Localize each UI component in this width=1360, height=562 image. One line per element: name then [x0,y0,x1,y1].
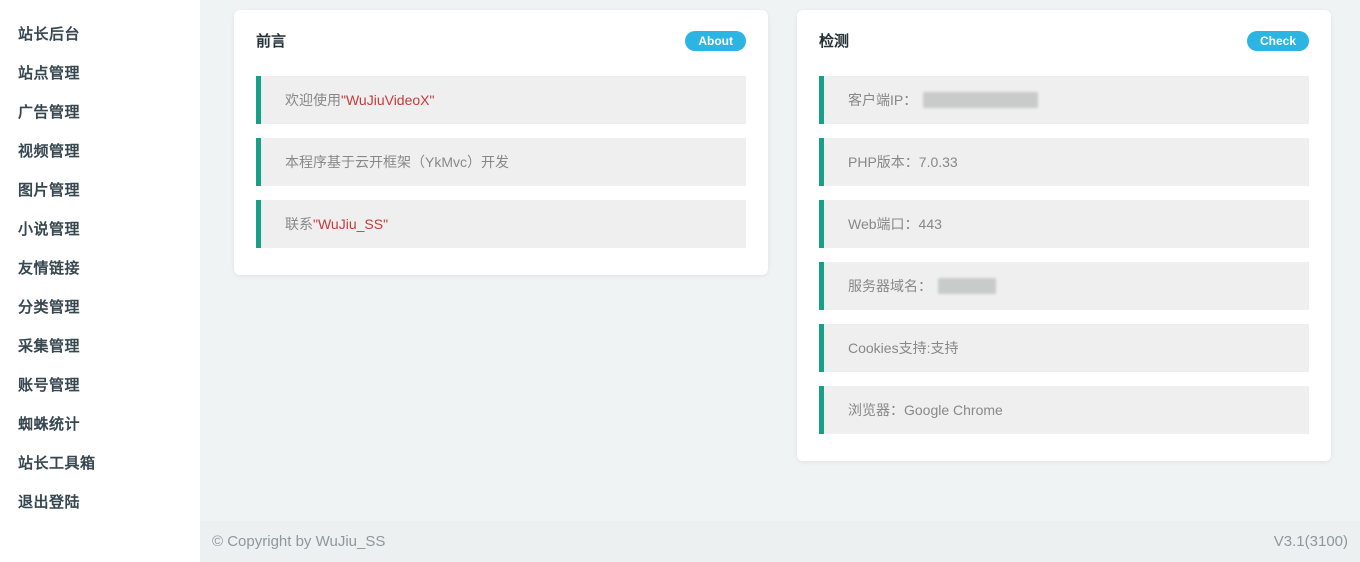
sidebar-item-site-management[interactable]: 站点管理 [0,53,200,92]
sidebar-item-novel-management[interactable]: 小说管理 [0,209,200,248]
check-item-list: 客户端IP： PHP版本：7.0.33 Web端口：443 服务器域名： Coo… [819,76,1309,434]
redacted-domain-value [938,278,996,294]
check-card: 检测 Check 客户端IP： PHP版本：7.0.33 Web端口：443 服… [797,10,1331,461]
preface-item-framework: 本程序基于云开框架（YkMvc）开发 [256,138,746,186]
check-item-browser: 浏览器：Google Chrome [819,386,1309,434]
check-item-value: 支持 [930,338,958,358]
sidebar-item-friend-links[interactable]: 友情链接 [0,248,200,287]
check-item-label: 客户端IP： [848,90,917,110]
preface-item-welcome: 欢迎使用"WuJiuVideoX" [256,76,746,124]
content-column: 前言 About 欢迎使用"WuJiuVideoX" 本程序基于云开框架（YkM… [200,0,1360,562]
footer-copyright: © Copyright by WuJiu_SS [212,533,385,550]
sidebar-item-collection-management[interactable]: 采集管理 [0,326,200,365]
check-item-label: 浏览器： [848,400,904,420]
check-item-value: 7.0.33 [919,154,958,170]
preface-item-highlight: "WuJiuVideoX" [341,92,434,108]
check-item-label: PHP版本： [848,152,919,172]
check-card-header: 检测 Check [819,30,1309,51]
about-badge[interactable]: About [685,31,746,51]
preface-item-contact: 联系"WuJiu_SS" [256,200,746,248]
preface-card: 前言 About 欢迎使用"WuJiuVideoX" 本程序基于云开框架（YkM… [234,10,768,275]
footer: © Copyright by WuJiu_SS V3.1(3100) [200,521,1360,562]
check-item-server-domain: 服务器域名： [819,262,1309,310]
preface-item-text: 欢迎使用 [285,90,341,110]
check-item-php-version: PHP版本：7.0.33 [819,138,1309,186]
footer-version: V3.1(3100) [1274,533,1348,550]
preface-item-list: 欢迎使用"WuJiuVideoX" 本程序基于云开框架（YkMvc）开发 联系"… [256,76,746,248]
sidebar-item-image-management[interactable]: 图片管理 [0,170,200,209]
check-card-title: 检测 [819,30,849,51]
sidebar-item-dashboard[interactable]: 站长后台 [0,14,200,53]
redacted-ip-value [923,92,1038,108]
check-item-cookies-support: Cookies支持: 支持 [819,324,1309,372]
sidebar-item-category-management[interactable]: 分类管理 [0,287,200,326]
check-item-web-port: Web端口：443 [819,200,1309,248]
sidebar-item-webmaster-toolbox[interactable]: 站长工具箱 [0,443,200,482]
check-badge[interactable]: Check [1247,31,1309,51]
app-window: 站长后台 站点管理 广告管理 视频管理 图片管理 小说管理 友情链接 分类管理 … [0,0,1360,562]
sidebar-item-spider-stats[interactable]: 蜘蛛统计 [0,404,200,443]
check-item-client-ip: 客户端IP： [819,76,1309,124]
preface-item-text: 联系 [285,214,313,234]
preface-item-text: 本程序基于云开框架（YkMvc）开发 [285,152,509,172]
check-item-value: Google Chrome [904,402,1003,418]
preface-card-header: 前言 About [256,30,746,51]
check-item-label: 服务器域名： [848,276,932,296]
preface-item-highlight: "WuJiu_SS" [313,216,388,232]
sidebar-item-logout[interactable]: 退出登陆 [0,482,200,521]
check-item-value: 443 [919,216,942,232]
check-item-label: Cookies支持: [848,338,930,358]
sidebar: 站长后台 站点管理 广告管理 视频管理 图片管理 小说管理 友情链接 分类管理 … [0,0,200,562]
preface-card-title: 前言 [256,30,286,51]
sidebar-item-video-management[interactable]: 视频管理 [0,131,200,170]
main-content: 前言 About 欢迎使用"WuJiuVideoX" 本程序基于云开框架（YkM… [200,0,1360,521]
sidebar-item-ad-management[interactable]: 广告管理 [0,92,200,131]
sidebar-item-account-management[interactable]: 账号管理 [0,365,200,404]
check-item-label: Web端口： [848,214,919,234]
